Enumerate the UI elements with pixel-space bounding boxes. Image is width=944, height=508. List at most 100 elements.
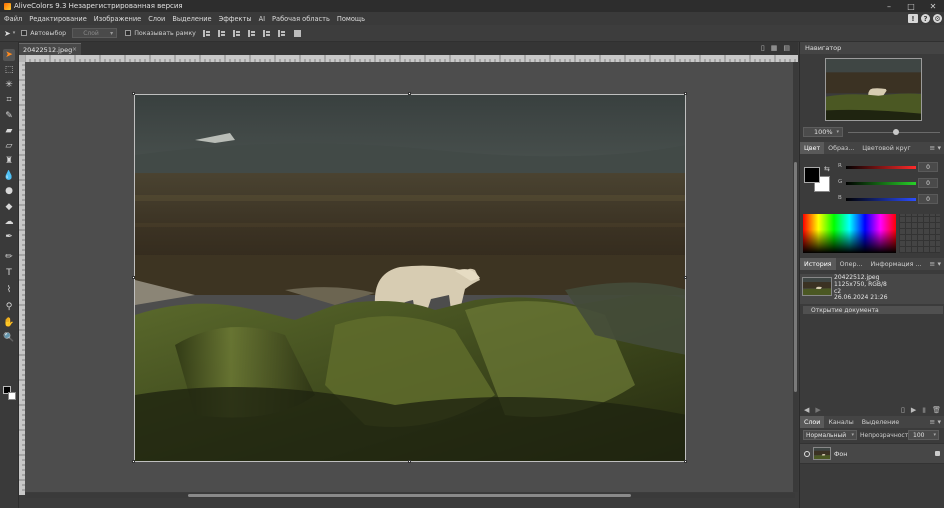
align-top-icon[interactable]: [247, 29, 256, 38]
zoom-slider[interactable]: [848, 129, 940, 135]
transform-handle[interactable]: [132, 460, 135, 463]
minimize-button[interactable]: –: [878, 0, 900, 12]
menu-effects[interactable]: Эффекты: [219, 15, 252, 23]
swatch-grid[interactable]: [899, 214, 940, 253]
align-middle-icon[interactable]: [262, 29, 271, 38]
color-spectrum[interactable]: [803, 214, 896, 253]
align-right-icon[interactable]: [232, 29, 241, 38]
new-document-icon[interactable]: ▯: [761, 44, 765, 52]
scroll-thumb[interactable]: [188, 494, 631, 497]
tab-channels[interactable]: Каналы: [824, 416, 857, 428]
new-snapshot-icon[interactable]: ▯: [901, 406, 905, 414]
help-icon[interactable]: ?: [921, 14, 930, 23]
foreground-color[interactable]: [804, 167, 820, 183]
tool-preset-arrow-icon[interactable]: ▾: [13, 30, 16, 36]
align-center-h-icon[interactable]: [217, 29, 226, 38]
tab-color[interactable]: Цвет: [800, 142, 825, 154]
vertical-scrollbar[interactable]: [793, 62, 798, 492]
background-color-swatch[interactable]: [8, 392, 16, 400]
layer-row[interactable]: Фон: [800, 443, 944, 464]
autoselect-checkbox[interactable]: [21, 30, 28, 36]
horizontal-scrollbar[interactable]: [25, 493, 795, 498]
smudge-tool-icon[interactable]: ☁: [3, 216, 15, 228]
tab-layers[interactable]: Слои: [800, 416, 825, 428]
pencil-tool-icon[interactable]: ✏: [3, 251, 15, 263]
transform-handle[interactable]: [132, 92, 135, 95]
tab-selection[interactable]: Выделение: [858, 416, 904, 428]
zoom-select[interactable]: 100% ▾: [803, 127, 843, 137]
align-bottom-icon[interactable]: [277, 29, 286, 38]
panel-menu-icon[interactable]: ≡ ▾: [929, 260, 941, 268]
swap-colors-icon[interactable]: ⇆: [824, 165, 830, 173]
menu-file[interactable]: Файл: [4, 15, 22, 23]
close-tab-icon[interactable]: ×: [72, 46, 77, 53]
eraser-tool-icon[interactable]: ▰: [3, 125, 15, 137]
text-tool-icon[interactable]: T: [3, 267, 15, 279]
grid-view-icon[interactable]: ▦: [771, 44, 778, 52]
menu-image[interactable]: Изображение: [94, 15, 141, 23]
play-icon[interactable]: ▶: [911, 406, 916, 414]
distribute-icon[interactable]: [293, 29, 301, 37]
move-tool-icon[interactable]: ➤: [3, 49, 15, 61]
menu-layers[interactable]: Слои: [148, 15, 165, 23]
stamp-tool-icon[interactable]: ♜: [3, 155, 15, 167]
fill-tool-icon[interactable]: ◆: [3, 201, 15, 213]
delete-step-icon[interactable]: ▮: [922, 406, 926, 414]
layer-select[interactable]: Слой ▾: [72, 28, 118, 38]
green-slider[interactable]: G: [838, 179, 918, 189]
blur-tool-icon[interactable]: 💧: [3, 170, 15, 182]
eyedropper-icon[interactable]: ⚲: [3, 301, 15, 313]
transform-handle[interactable]: [132, 276, 135, 279]
transform-handle[interactable]: [684, 92, 687, 95]
align-left-icon[interactable]: [202, 29, 211, 38]
visibility-eye-icon[interactable]: [804, 451, 810, 457]
document-tab[interactable]: 20422512.jpeg ×: [19, 43, 81, 55]
document-image[interactable]: [134, 94, 686, 462]
eraser-alt-icon[interactable]: ▱: [3, 140, 15, 152]
lock-icon[interactable]: [935, 451, 940, 456]
crop-tool-icon[interactable]: ⌗: [3, 94, 15, 106]
transform-handle[interactable]: [684, 276, 687, 279]
navigator-preview[interactable]: [825, 58, 922, 121]
scroll-thumb[interactable]: [794, 162, 797, 392]
zoom-tool-icon[interactable]: 🔍: [3, 332, 15, 344]
transform-handle[interactable]: [408, 92, 411, 95]
history-step[interactable]: Открытие документа: [803, 306, 943, 314]
hand-tool-icon[interactable]: ✋: [3, 317, 15, 329]
path-tool-icon[interactable]: ⌇: [3, 284, 15, 296]
feedback-icon[interactable]: !: [908, 14, 918, 23]
maximize-button[interactable]: □: [900, 0, 922, 12]
menu-workspace[interactable]: Рабочая область: [272, 15, 330, 23]
panel-menu-icon[interactable]: ≡ ▾: [929, 144, 941, 152]
panel-menu-icon[interactable]: ≡ ▾: [929, 418, 941, 426]
menu-edit[interactable]: Редактирование: [29, 15, 87, 23]
gear-icon[interactable]: ⚙: [933, 14, 942, 23]
tab-info[interactable]: Информация ...: [867, 258, 926, 270]
red-slider[interactable]: R: [838, 163, 918, 173]
step-back-icon[interactable]: ◀: [804, 406, 809, 414]
opacity-input[interactable]: 100 ▾: [908, 430, 939, 440]
tab-swatches[interactable]: Образ...: [824, 142, 858, 154]
step-forward-icon[interactable]: ▶: [815, 406, 820, 414]
history-snapshot[interactable]: 20422512.jpeg 1125x750, RGB/8 c2 26.06.2…: [800, 274, 944, 304]
transform-handle[interactable]: [408, 460, 411, 463]
blue-value[interactable]: 0: [918, 194, 938, 204]
menu-ai[interactable]: AI: [259, 15, 265, 23]
close-button[interactable]: ✕: [922, 0, 944, 12]
blend-mode-select[interactable]: Нормальный ▾: [803, 430, 857, 440]
magic-wand-icon[interactable]: ✳: [3, 79, 15, 91]
menu-select[interactable]: Выделение: [172, 15, 211, 23]
show-frame-checkbox[interactable]: [125, 30, 132, 36]
brush-tool-icon[interactable]: ✎: [3, 110, 15, 122]
red-value[interactable]: 0: [918, 162, 938, 172]
delete-icon[interactable]: 🗑: [932, 406, 941, 414]
canvas-area[interactable]: [25, 62, 795, 492]
dodge-tool-icon[interactable]: ●: [3, 185, 15, 197]
menu-help[interactable]: Помощь: [337, 15, 365, 23]
green-value[interactable]: 0: [918, 178, 938, 188]
tab-operations[interactable]: Опер...: [836, 258, 867, 270]
transform-handle[interactable]: [684, 460, 687, 463]
tab-color-wheel[interactable]: Цветовой круг: [858, 142, 915, 154]
marquee-tool-icon[interactable]: ⬚: [3, 64, 15, 76]
zoom-slider-knob[interactable]: [893, 129, 899, 135]
